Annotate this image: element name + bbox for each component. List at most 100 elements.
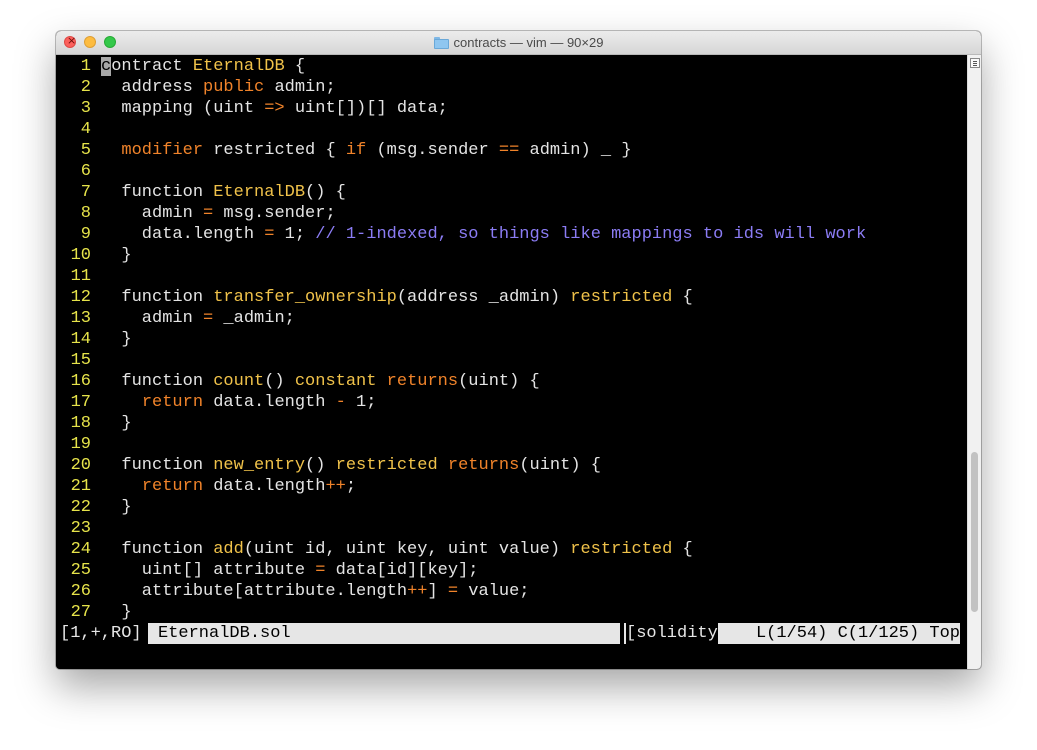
vim-editor[interactable]: 1 contract EternalDB {2 address public ad… — [56, 55, 966, 669]
code-token: = — [447, 582, 459, 601]
code-line[interactable]: 13 admin = _admin; — [56, 308, 966, 329]
code-line[interactable]: 19 — [56, 434, 966, 455]
line-number: 1 — [80, 57, 91, 76]
code-token: (uint) { — [458, 372, 540, 391]
terminal-window: contracts — vim — 90×29 1contract Eterna… — [56, 31, 981, 669]
code-line[interactable]: 25 uint[] attribute = data[id][key]; — [56, 560, 966, 581]
line-number: 16 — [70, 372, 91, 391]
code-token: EternalDB — [213, 183, 306, 202]
scrollbar-thumb[interactable] — [971, 452, 978, 612]
code-line[interactable]: 21 return data.length++; — [56, 476, 966, 497]
close-button[interactable] — [64, 34, 76, 48]
code-token: uint[])[] data; — [284, 99, 448, 118]
code-line[interactable]: 3 mapping (uint => uint[])[] data; — [56, 98, 966, 119]
code-token: admin — [101, 204, 204, 223]
code-line[interactable]: 5 modifier restricted { if (msg.sender =… — [56, 140, 966, 161]
code-token: => — [264, 99, 285, 118]
code-token: data.length — [203, 477, 326, 496]
code-token: 1; — [274, 225, 316, 244]
code-line[interactable]: 4 — [56, 119, 966, 140]
code-token: if — [345, 141, 367, 160]
line-number: 14 — [70, 330, 91, 349]
code-line[interactable]: 20 function new_entry() restricted retur… — [56, 455, 966, 476]
line-number: 26 — [70, 582, 91, 601]
code-token: function — [101, 288, 214, 307]
code-token: returns — [447, 456, 520, 475]
code-token: - — [335, 393, 346, 412]
code-token: = — [315, 561, 326, 580]
line-number: 3 — [80, 99, 91, 118]
code-line[interactable]: 15 — [56, 350, 966, 371]
code-token: } — [101, 603, 132, 622]
line-number: 9 — [80, 225, 91, 244]
code-line[interactable]: 1 contract EternalDB { — [56, 56, 966, 77]
code-line[interactable]: 18 } — [56, 413, 966, 434]
code-token: uint[] attribute — [101, 561, 316, 580]
status-filetype: [solidity] — [626, 623, 729, 644]
folder-icon — [433, 36, 449, 49]
vim-statusline: [1,+,RO] EternalDB.sol [solidity] L(1/54… — [60, 623, 960, 644]
scrollbar-menu-icon[interactable] — [970, 58, 980, 68]
code-line[interactable]: 24 function add(uint id, uint key, uint … — [56, 539, 966, 560]
code-token: admin; — [264, 78, 336, 97]
vertical-scrollbar[interactable] — [967, 55, 981, 669]
code-line[interactable]: 8 admin = msg.sender; — [56, 203, 966, 224]
code-line[interactable]: 12 function transfer_ownership(address _… — [56, 287, 966, 308]
code-token: function — [101, 540, 214, 559]
code-line[interactable]: 23 — [56, 518, 966, 539]
code-line[interactable]: 6 — [56, 161, 966, 182]
line-number: 8 — [80, 204, 91, 223]
line-number: 17 — [70, 393, 91, 412]
code-token: _admin; — [213, 309, 295, 328]
line-number: 20 — [70, 456, 91, 475]
line-number: 5 — [80, 141, 91, 160]
code-token: ] — [427, 582, 448, 601]
code-token: // 1-indexed, so things like mappings to… — [315, 225, 867, 244]
code-token: data.length — [203, 393, 336, 412]
code-token: { — [672, 288, 693, 307]
code-line[interactable]: 16 function count() constant returns(uin… — [56, 371, 966, 392]
code-line[interactable]: 22 } — [56, 497, 966, 518]
code-line[interactable]: 17 return data.length - 1; — [56, 392, 966, 413]
code-line[interactable]: 2 address public admin; — [56, 77, 966, 98]
code-token: public — [203, 78, 265, 97]
line-number: 2 — [80, 78, 91, 97]
code-token: msg.sender; — [213, 204, 336, 223]
code-line[interactable]: 26 attribute[attribute.length++] = value… — [56, 581, 966, 602]
code-token: == — [498, 141, 520, 160]
code-token: returns — [386, 372, 459, 391]
line-number: 24 — [70, 540, 91, 559]
code-token: () — [305, 456, 336, 475]
code-token: restricted — [570, 540, 673, 559]
line-number: 25 — [70, 561, 91, 580]
code-token: (msg.sender — [366, 141, 499, 160]
line-number: 12 — [70, 288, 91, 307]
code-token: ontract — [111, 57, 193, 76]
code-token: ++ — [407, 582, 428, 601]
status-flags: [1,+,RO] — [60, 623, 148, 644]
code-line[interactable]: 9 data.length = 1; // 1-indexed, so thin… — [56, 224, 966, 245]
code-token: } — [101, 414, 132, 433]
zoom-button[interactable] — [104, 36, 116, 48]
window-title: contracts — vim — 90×29 — [453, 35, 604, 50]
code-token: function — [101, 183, 214, 202]
minimize-button[interactable] — [84, 36, 96, 48]
code-line[interactable]: 11 — [56, 266, 966, 287]
line-number: 19 — [70, 435, 91, 454]
code-token: 1; — [345, 393, 377, 412]
code-line[interactable]: 7 function EternalDB() { — [56, 182, 966, 203]
code-line[interactable]: 14 } — [56, 329, 966, 350]
code-token: return — [141, 393, 204, 412]
line-number: 22 — [70, 498, 91, 517]
code-line[interactable]: 10 } — [56, 245, 966, 266]
status-separator — [620, 623, 624, 644]
title-bar[interactable]: contracts — vim — 90×29 — [56, 31, 981, 55]
code-line[interactable]: 27 } — [56, 602, 966, 623]
line-number: 7 — [80, 183, 91, 202]
code-token: return — [141, 477, 204, 496]
code-lines[interactable]: 1 contract EternalDB {2 address public ad… — [56, 56, 966, 623]
code-token: { — [672, 540, 693, 559]
